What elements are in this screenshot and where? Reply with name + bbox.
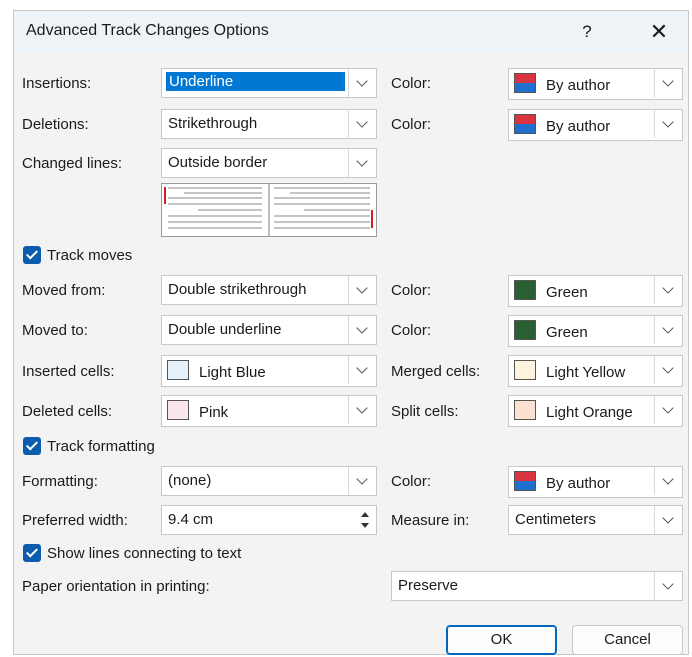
merged-cells-label: Merged cells: — [391, 363, 481, 380]
track-formatting-label[interactable]: Track formatting — [47, 438, 155, 455]
paper-orientation-label: Paper orientation in printing: — [22, 578, 210, 595]
split-cells-label: Split cells: — [391, 403, 459, 420]
deleted-cells-dropdown[interactable]: Pink — [161, 395, 377, 427]
insertions-color-label: Color: — [391, 75, 432, 92]
title-bar: Advanced Track Changes Options ? ✕ — [14, 11, 688, 53]
chevron-down-icon — [348, 316, 376, 344]
changed-lines-value: Outside border — [168, 154, 268, 171]
color-swatch — [167, 360, 189, 380]
moved-from-color-label: Color: — [391, 282, 432, 299]
inserted-cells-value: Light Blue — [199, 364, 266, 381]
color-swatch — [514, 471, 536, 491]
deletions-value: Strikethrough — [168, 115, 258, 132]
measure-in-dropdown[interactable]: Centimeters — [508, 505, 683, 535]
insertions-dropdown[interactable]: Underline — [161, 68, 377, 98]
color-swatch — [514, 280, 536, 300]
measure-in-label: Measure in: — [391, 512, 470, 529]
moved-from-dropdown[interactable]: Double strikethrough — [161, 275, 377, 305]
moved-from-label: Moved from: — [22, 282, 106, 299]
chevron-down-icon — [348, 110, 376, 138]
insertions-color-dropdown[interactable]: By author — [508, 68, 683, 100]
color-swatch — [514, 73, 536, 93]
deleted-cells-value: Pink — [199, 404, 229, 421]
chevron-down-icon — [348, 356, 376, 384]
chevron-down-icon — [654, 276, 682, 304]
moved-from-color-value: Green — [546, 284, 588, 301]
chevron-down-icon — [654, 356, 682, 384]
color-swatch — [514, 114, 536, 134]
moved-from-value: Double strikethrough — [168, 281, 307, 298]
chevron-down-icon — [654, 110, 682, 138]
inserted-cells-label: Inserted cells: — [22, 363, 115, 380]
deleted-cells-label: Deleted cells: — [22, 403, 113, 420]
split-cells-dropdown[interactable]: Light Orange — [508, 395, 683, 427]
chevron-down-icon — [654, 316, 682, 344]
moved-to-color-label: Color: — [391, 322, 432, 339]
split-cells-value: Light Orange — [546, 404, 633, 421]
chevron-down-icon — [348, 149, 376, 177]
merged-cells-value: Light Yellow — [546, 364, 626, 381]
chevron-down-icon — [654, 396, 682, 424]
insertions-value: Underline — [166, 72, 345, 91]
advanced-track-changes-dialog: Advanced Track Changes Options ? ✕ Inser… — [13, 10, 689, 655]
preview-graphic — [164, 184, 373, 236]
insertions-label: Insertions: — [22, 75, 92, 92]
track-formatting-checkbox[interactable] — [23, 437, 41, 455]
formatting-color-label: Color: — [391, 473, 432, 490]
measure-in-value: Centimeters — [515, 511, 596, 528]
changed-lines-dropdown[interactable]: Outside border — [161, 148, 377, 178]
preferred-width-label: Preferred width: — [22, 512, 128, 529]
help-button[interactable]: ? — [572, 17, 602, 47]
preferred-width-spinner[interactable]: 9.4 cm — [161, 505, 377, 535]
cancel-button[interactable]: Cancel — [572, 625, 683, 655]
deletions-color-value: By author — [546, 118, 611, 135]
moved-to-color-dropdown[interactable]: Green — [508, 315, 683, 347]
chevron-down-icon — [348, 276, 376, 304]
inserted-cells-dropdown[interactable]: Light Blue — [161, 355, 377, 387]
color-swatch — [514, 400, 536, 420]
insertions-color-value: By author — [546, 77, 611, 94]
chevron-down-icon — [348, 467, 376, 495]
formatting-dropdown[interactable]: (none) — [161, 466, 377, 496]
close-button[interactable]: ✕ — [642, 17, 676, 47]
track-moves-checkbox[interactable] — [23, 246, 41, 264]
show-lines-label[interactable]: Show lines connecting to text — [47, 545, 241, 562]
formatting-label: Formatting: — [22, 473, 98, 490]
moved-to-label: Moved to: — [22, 322, 88, 339]
changed-lines-preview — [161, 183, 377, 237]
paper-orientation-value: Preserve — [398, 577, 459, 594]
preferred-width-value: 9.4 cm — [168, 511, 214, 528]
formatting-color-value: By author — [546, 475, 611, 492]
spin-down-icon[interactable] — [356, 520, 374, 532]
formatting-value: (none) — [168, 472, 212, 489]
chevron-down-icon — [654, 69, 682, 97]
changed-lines-label: Changed lines: — [22, 155, 123, 172]
chevron-down-icon — [654, 572, 682, 600]
chevron-down-icon — [654, 506, 682, 534]
track-moves-label[interactable]: Track moves — [47, 247, 132, 264]
merged-cells-dropdown[interactable]: Light Yellow — [508, 355, 683, 387]
chevron-down-icon — [348, 396, 376, 424]
color-swatch — [514, 360, 536, 380]
paper-orientation-dropdown[interactable]: Preserve — [391, 571, 683, 601]
moved-from-color-dropdown[interactable]: Green — [508, 275, 683, 307]
color-swatch — [167, 400, 189, 420]
deletions-label: Deletions: — [22, 116, 89, 133]
formatting-color-dropdown[interactable]: By author — [508, 466, 683, 498]
deletions-color-dropdown[interactable]: By author — [508, 109, 683, 141]
ok-button[interactable]: OK — [446, 625, 557, 655]
chevron-down-icon — [348, 69, 376, 97]
deletions-color-label: Color: — [391, 116, 432, 133]
moved-to-color-value: Green — [546, 324, 588, 341]
dialog-title: Advanced Track Changes Options — [26, 22, 269, 39]
moved-to-value: Double underline — [168, 321, 282, 338]
show-lines-checkbox[interactable] — [23, 544, 41, 562]
moved-to-dropdown[interactable]: Double underline — [161, 315, 377, 345]
color-swatch — [514, 320, 536, 340]
chevron-down-icon — [654, 467, 682, 495]
deletions-dropdown[interactable]: Strikethrough — [161, 109, 377, 139]
